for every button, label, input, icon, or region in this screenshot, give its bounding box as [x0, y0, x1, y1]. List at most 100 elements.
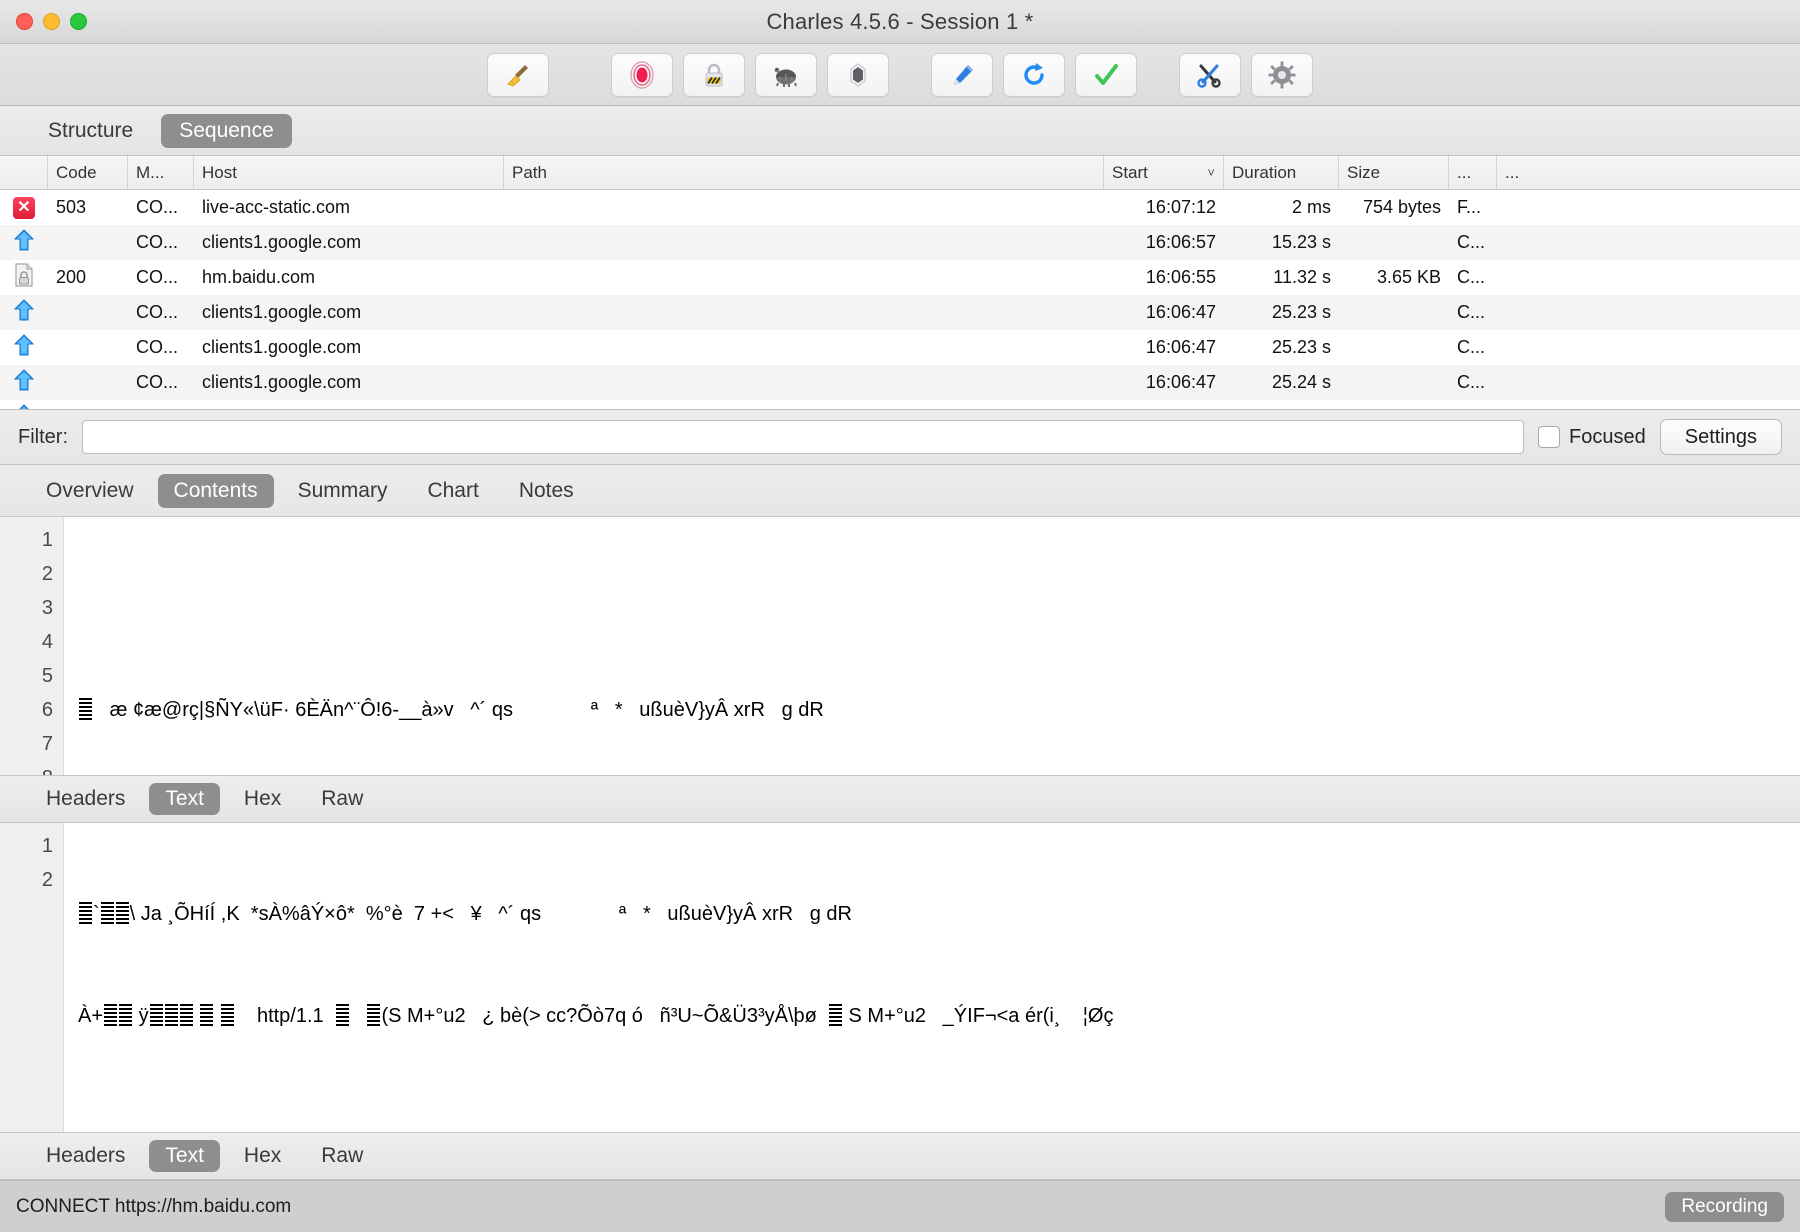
column-header-method[interactable]: M...: [128, 156, 194, 189]
response-subtabs: Headers Text Hex Raw: [0, 1132, 1800, 1180]
focused-checkbox-group[interactable]: Focused: [1538, 426, 1646, 449]
tab-chart[interactable]: Chart: [411, 474, 494, 508]
checkmark-icon: [1091, 60, 1121, 90]
table-row[interactable]: CO... clients1.google.com 16:06:57 15.23…: [0, 225, 1800, 260]
recording-status-badge[interactable]: Recording: [1665, 1191, 1784, 1222]
column-header-extra-1[interactable]: ...: [1449, 156, 1497, 189]
record-button[interactable]: [611, 52, 673, 97]
broom-icon: [503, 60, 533, 90]
cell-size: 3.65 KB: [1376, 267, 1441, 287]
unprintable-char-glyph: [367, 1004, 381, 1026]
line-number: 8: [0, 761, 53, 775]
validate-button[interactable]: [1075, 52, 1137, 97]
table-row[interactable]: CO... clients1.google.com 16:06:47 25.23…: [0, 330, 1800, 365]
cell-duration: 25.23 s: [1271, 337, 1331, 357]
request-tab-raw[interactable]: Raw: [305, 783, 379, 815]
column-header-host[interactable]: Host: [194, 156, 504, 189]
response-text-body[interactable]: ` \ Ja ¸ÕHíÍ ,K *sÀ%âÝ×ô* %°è 7 +< ¥ ^´ q…: [64, 823, 1800, 1132]
cell-host: clients1.google.com: [202, 232, 362, 252]
column-header-code[interactable]: Code: [48, 156, 128, 189]
session-table: Code M... Host Path Start ˅ Duration Siz…: [0, 156, 1800, 409]
cell-host: live-acc-static.com: [202, 197, 351, 217]
cell-extra-1: C...: [1457, 267, 1486, 287]
compose-button[interactable]: [931, 52, 993, 97]
tab-overview[interactable]: Overview: [30, 474, 150, 508]
gear-icon: [1267, 60, 1297, 90]
unprintable-char-glyph: [79, 698, 92, 720]
request-subtabs: Headers Text Hex Raw: [0, 775, 1800, 823]
table-row[interactable]: 200 CO... hm.baidu.com 16:06:55 11.32 s …: [0, 260, 1800, 295]
repeat-button[interactable]: [1003, 52, 1065, 97]
tab-contents[interactable]: Contents: [157, 473, 274, 508]
cell-host: clients1.google.com: [194, 407, 504, 409]
filter-input[interactable]: [82, 420, 1525, 454]
table-row[interactable]: CO... clients1.google.com 16:06:47 25.24…: [0, 365, 1800, 400]
line-number: 2: [41, 563, 53, 585]
unprintable-char-glyph: [149, 1004, 163, 1026]
settings-button-filter[interactable]: Settings: [1659, 419, 1782, 455]
turtle-icon: [771, 60, 801, 90]
cell-method: CO...: [136, 372, 179, 392]
cell-extra-1: C...: [1449, 407, 1497, 409]
cell-start: 16:07:12: [1145, 197, 1216, 217]
line-number: 7: [41, 733, 53, 755]
ssl-proxying-button[interactable]: [683, 52, 745, 97]
tools-button[interactable]: [1179, 52, 1241, 97]
cell-duration: 25.24 s: [1271, 372, 1331, 392]
line-number: 4: [41, 631, 53, 653]
table-row[interactable]: ✕ 503 CO... live-acc-static.com 16:07:12…: [0, 190, 1800, 225]
cell-extra-1: C...: [1457, 372, 1486, 392]
line-number: 1: [41, 835, 53, 857]
settings-button[interactable]: [1251, 52, 1313, 97]
unprintable-char-glyph: [164, 1004, 178, 1026]
tab-sequence[interactable]: Sequence: [161, 113, 292, 148]
column-header-start[interactable]: Start ˅: [1104, 156, 1224, 189]
record-icon: [627, 60, 657, 90]
cell-extra-1: C...: [1457, 337, 1486, 357]
tab-structure[interactable]: Structure: [30, 114, 151, 148]
cell-start: 16:06:57: [1145, 232, 1216, 252]
column-header-start-label: Start: [1112, 162, 1148, 182]
cell-size: 754 bytes: [1362, 197, 1441, 217]
request-tab-hex[interactable]: Hex: [228, 783, 297, 815]
filter-bar: Filter: Focused Settings: [0, 409, 1800, 465]
table-row[interactable]: CO... clients1.google.com 16:06:47 25.23…: [0, 295, 1800, 330]
column-header-path[interactable]: Path: [504, 156, 1104, 189]
column-header-duration[interactable]: Duration: [1224, 156, 1339, 189]
cell-duration: 11.32 s: [1273, 267, 1331, 287]
cell-start: 16:06:47: [1145, 372, 1216, 392]
code-line: ` \ Ja ¸ÕHíÍ ,K *sÀ%âÝ×ô* %°è 7 +< ¥ ^´ q…: [78, 897, 1800, 931]
column-header-size[interactable]: Size: [1339, 156, 1449, 189]
request-content-pane: 1 2 3 4 5 6 7 8 æ ¢æ@rç|§ÑY«\üF· 6ÈÄn^¨Ô…: [0, 517, 1800, 775]
filter-label: Filter:: [18, 425, 68, 448]
charles-app-window: Charles 4.5.6 - Session 1 * Structure Se…: [0, 0, 1800, 1232]
cell-host: clients1.google.com: [202, 372, 362, 392]
window-title: Charles 4.5.6 - Session 1 *: [766, 8, 1034, 34]
breakpoints-button[interactable]: [827, 52, 889, 97]
unprintable-char-glyph: [828, 1004, 842, 1026]
response-tab-raw[interactable]: Raw: [305, 1140, 379, 1172]
row-status-icon: [0, 298, 48, 327]
focused-checkbox[interactable]: [1538, 426, 1561, 448]
column-header-extra-2[interactable]: ...: [1497, 156, 1537, 189]
unprintable-char-glyph: [179, 1004, 193, 1026]
request-tab-text[interactable]: Text: [149, 783, 220, 815]
toolbar-spacer-1: [559, 53, 601, 97]
tab-summary[interactable]: Summary: [282, 474, 404, 508]
pen-icon: [947, 60, 977, 90]
response-tab-hex[interactable]: Hex: [228, 1140, 297, 1172]
unprintable-char-glyph: [79, 902, 92, 924]
tab-notes[interactable]: Notes: [503, 474, 590, 508]
toolbar-group-middle: [931, 52, 1137, 97]
response-tab-text[interactable]: Text: [149, 1140, 220, 1172]
request-tab-headers[interactable]: Headers: [30, 783, 141, 815]
toolbar-group-right: [1179, 52, 1313, 97]
column-header-icon[interactable]: [0, 156, 48, 189]
cell-duration: 25.24 s: [1224, 407, 1339, 409]
throttle-button[interactable]: [755, 52, 817, 97]
clear-session-button[interactable]: [487, 52, 549, 97]
response-tab-headers[interactable]: Headers: [30, 1140, 141, 1172]
request-text-body[interactable]: æ ¢æ@rç|§ÑY«\üF· 6ÈÄn^¨Ô!6-__à»v ^´ qs ª…: [64, 517, 1800, 775]
cell-start: 16:06:47: [1104, 407, 1224, 409]
table-row[interactable]: CO... clients1.google.com 16:06:47 25.24…: [0, 400, 1800, 409]
